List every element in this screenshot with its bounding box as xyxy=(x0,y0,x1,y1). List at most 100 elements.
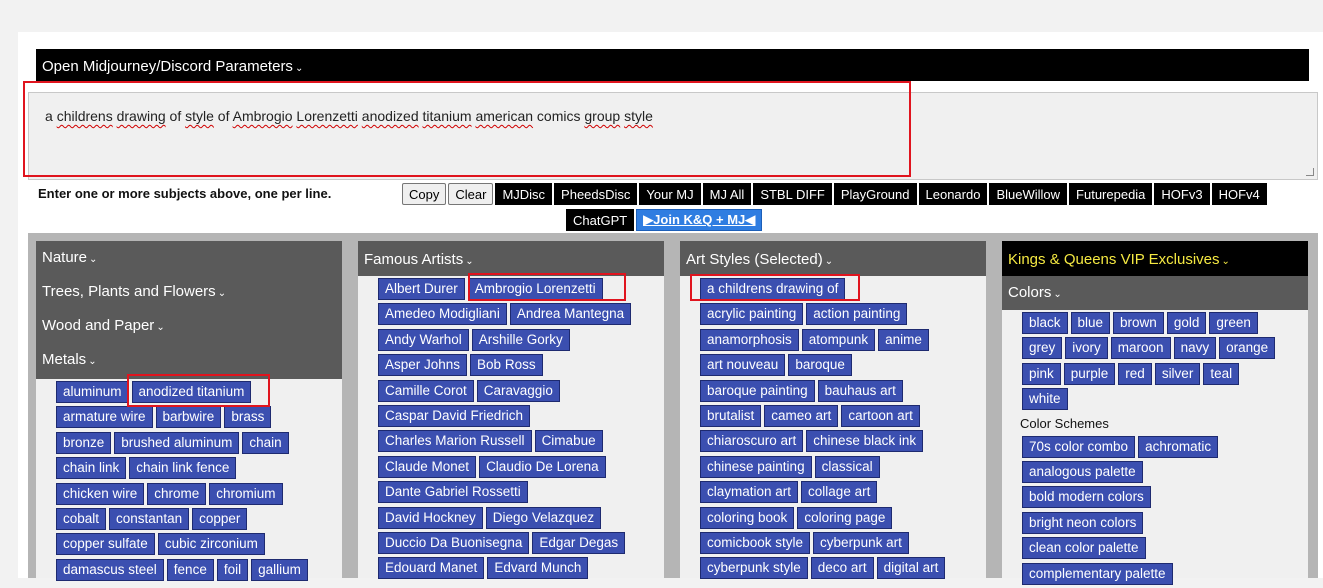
tag-acrylic-painting[interactable]: acrylic painting xyxy=(700,303,804,326)
section-famous-artists[interactable]: Famous Artists ⌄ xyxy=(358,241,664,276)
section-vip-exclusives[interactable]: Kings & Queens VIP Exclusives ⌄ xyxy=(1002,241,1308,276)
tag-amedeo-modigliani[interactable]: Amedeo Modigliani xyxy=(378,303,507,326)
tag-arshille-gorky[interactable]: Arshille Gorky xyxy=(471,328,570,351)
tag-david-hockney[interactable]: David Hockney xyxy=(378,506,483,529)
tag-bright-neon-colors[interactable]: bright neon colors xyxy=(1022,511,1144,534)
tag-anodized-titanium[interactable]: anodized titanium xyxy=(131,381,252,403)
tag-brass[interactable]: brass xyxy=(224,406,272,429)
tag-aluminum[interactable]: aluminum xyxy=(56,381,129,403)
tag-claudio-de-lorena[interactable]: Claudio De Lorena xyxy=(479,455,606,478)
tag-a-childrens-drawing-of[interactable]: a childrens drawing of xyxy=(700,278,846,300)
tag-green[interactable]: green xyxy=(1209,312,1258,334)
tag-analogous-palette[interactable]: analogous palette xyxy=(1022,460,1143,483)
tag-duccio-da-buonisegna[interactable]: Duccio Da Buonisegna xyxy=(378,531,530,554)
tag-andy-warhol[interactable]: Andy Warhol xyxy=(378,328,469,351)
tag-albert-durer[interactable]: Albert Durer xyxy=(378,278,465,300)
tag-andrea-mantegna[interactable]: Andrea Mantegna xyxy=(509,303,632,326)
tag-charles-marion-russell[interactable]: Charles Marion Russell xyxy=(378,430,532,453)
tag-chinese-black-ink[interactable]: chinese black ink xyxy=(806,430,924,453)
tag-edouard-manet[interactable]: Edouard Manet xyxy=(378,557,485,580)
tag-blue[interactable]: blue xyxy=(1070,312,1111,334)
tag-damascus-steel[interactable]: damascus steel xyxy=(56,558,164,581)
section-colors[interactable]: Colors ⌄ xyxy=(1002,276,1308,310)
tag-navy[interactable]: navy xyxy=(1173,337,1217,360)
tag-cobalt[interactable]: cobalt xyxy=(56,507,107,530)
tag-teal[interactable]: teal xyxy=(1203,362,1240,385)
tag-foil[interactable]: foil xyxy=(216,558,249,581)
tag-fence[interactable]: fence xyxy=(166,558,214,581)
tag-edgar-degas[interactable]: Edgar Degas xyxy=(532,531,626,554)
tag-ambrogio-lorenzetti[interactable]: Ambrogio Lorenzetti xyxy=(467,278,603,300)
tag-bold-modern-colors[interactable]: bold modern colors xyxy=(1022,486,1151,509)
tag-bob-ross[interactable]: Bob Ross xyxy=(470,354,543,377)
section-metals[interactable]: Metals ⌄ xyxy=(36,343,342,377)
tag-baroque[interactable]: baroque xyxy=(788,354,852,377)
pheedsdisc-link-button[interactable]: PheedsDisc xyxy=(554,183,638,205)
join-button[interactable]: ▶Join K&Q + MJ◀ xyxy=(636,209,763,231)
tag-brown[interactable]: brown xyxy=(1113,312,1164,334)
tag-clean-color-palette[interactable]: clean color palette xyxy=(1022,537,1146,560)
tag-copper[interactable]: copper xyxy=(192,507,248,530)
resize-grip-icon[interactable] xyxy=(1306,168,1314,176)
parameters-toggle[interactable]: Open Midjourney/Discord Parameters ⌄ xyxy=(36,49,1309,81)
section-art-styles[interactable]: Art Styles (Selected) ⌄ xyxy=(680,241,986,276)
tag-collage-art[interactable]: collage art xyxy=(801,481,878,504)
tag-asper-johns[interactable]: Asper Johns xyxy=(378,354,468,377)
category-trees-plants-and-flowers[interactable]: Trees, Plants and Flowers ⌄ xyxy=(36,275,342,309)
tag-chiaroscuro-art[interactable]: chiaroscuro art xyxy=(700,430,804,453)
tag-complementary-palette[interactable]: complementary palette xyxy=(1022,562,1173,585)
tag-copper-sulfate[interactable]: copper sulfate xyxy=(56,533,155,556)
tag-70s-color-combo[interactable]: 70s color combo xyxy=(1022,435,1136,458)
tag-grey[interactable]: grey xyxy=(1022,337,1063,360)
tag-bauhaus-art[interactable]: bauhaus art xyxy=(817,379,903,402)
tag-baroque-painting[interactable]: baroque painting xyxy=(700,379,815,402)
tag-black[interactable]: black xyxy=(1022,312,1068,334)
category-wood-and-paper[interactable]: Wood and Paper ⌄ xyxy=(36,309,342,343)
hofv3-link-button[interactable]: HOFv3 xyxy=(1154,183,1210,205)
tag-cartoon-art[interactable]: cartoon art xyxy=(841,404,920,427)
tag-anamorphosis[interactable]: anamorphosis xyxy=(700,328,799,351)
tag-cyberpunk-art[interactable]: cyberpunk art xyxy=(813,531,909,554)
tag-white[interactable]: white xyxy=(1022,388,1068,411)
tag-deco-art[interactable]: deco art xyxy=(810,557,874,580)
tag-action-painting[interactable]: action painting xyxy=(806,303,908,326)
tag-cimabue[interactable]: Cimabue xyxy=(534,430,603,453)
mjdisc-link-button[interactable]: MJDisc xyxy=(495,183,553,205)
tag-achromatic[interactable]: achromatic xyxy=(1138,435,1219,458)
tag-chromium[interactable]: chromium xyxy=(209,482,283,505)
playground-link-button[interactable]: PlayGround xyxy=(833,183,917,205)
tag-bronze[interactable]: bronze xyxy=(56,431,112,454)
category-nature[interactable]: Nature ⌄ xyxy=(36,241,342,275)
tag-cyberpunk-style[interactable]: cyberpunk style xyxy=(700,557,808,580)
tag-brutalist[interactable]: brutalist xyxy=(700,404,762,427)
prompt-textarea[interactable]: a childrens drawing of style of Ambrogio… xyxy=(28,92,1318,180)
tag-silver[interactable]: silver xyxy=(1154,362,1201,385)
tag-edvard-munch[interactable]: Edvard Munch xyxy=(487,557,589,580)
stbl-diff-link-button[interactable]: STBL DIFF xyxy=(753,183,832,205)
tag-chrome[interactable]: chrome xyxy=(147,482,207,505)
tag-brushed-aluminum[interactable]: brushed aluminum xyxy=(114,431,240,454)
tag-caravaggio[interactable]: Caravaggio xyxy=(476,379,560,402)
tag-cameo-art[interactable]: cameo art xyxy=(764,404,839,427)
tag-chinese-painting[interactable]: chinese painting xyxy=(700,455,812,478)
tag-armature-wire[interactable]: armature wire xyxy=(56,406,153,429)
tag-chain-link[interactable]: chain link xyxy=(56,457,127,480)
tag-dante-gabriel-rossetti[interactable]: Dante Gabriel Rossetti xyxy=(378,481,528,504)
tag-orange[interactable]: orange xyxy=(1219,337,1276,360)
tag-coloring-page[interactable]: coloring page xyxy=(797,506,893,529)
tag-comicbook-style[interactable]: comicbook style xyxy=(700,531,811,554)
hofv4-link-button[interactable]: HOFv4 xyxy=(1211,183,1267,205)
copy-button[interactable]: Copy xyxy=(402,183,447,205)
futurepedia-link-button[interactable]: Futurepedia xyxy=(1069,183,1153,205)
tag-classical[interactable]: classical xyxy=(814,455,880,478)
tag-constantan[interactable]: constantan xyxy=(109,507,190,530)
tag-coloring-book[interactable]: coloring book xyxy=(700,506,795,529)
tag-chicken-wire[interactable]: chicken wire xyxy=(56,482,145,505)
tag-camille-corot[interactable]: Camille Corot xyxy=(378,379,474,402)
chatgpt-link-button[interactable]: ChatGPT xyxy=(566,209,635,231)
leonardo-link-button[interactable]: Leonardo xyxy=(918,183,988,205)
tag-red[interactable]: red xyxy=(1118,362,1152,385)
tag-art-nouveau[interactable]: art nouveau xyxy=(700,354,786,377)
clear-button[interactable]: Clear xyxy=(448,183,494,205)
tag-chain-link-fence[interactable]: chain link fence xyxy=(129,457,237,480)
